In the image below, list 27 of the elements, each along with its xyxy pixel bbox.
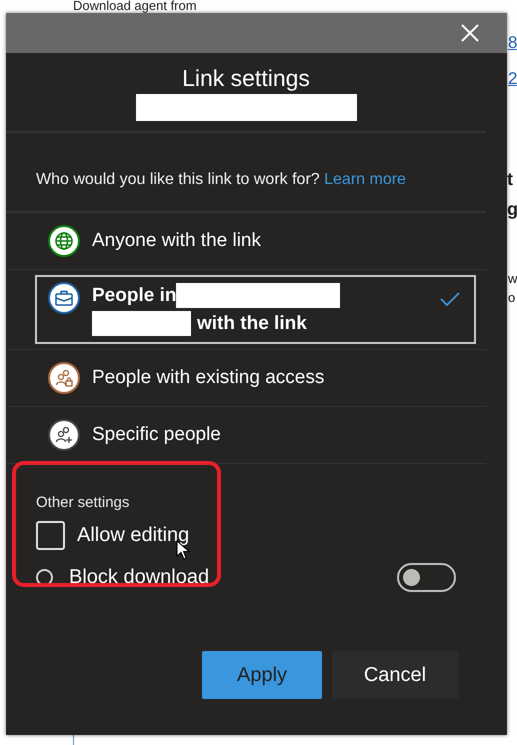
section-label: Other settings [36,494,130,511]
checkbox[interactable] [36,521,65,550]
heading-fragment: g [507,200,517,220]
link-fragment[interactable]: 8 [508,34,517,53]
page-heading: Download agent from [73,0,197,12]
option-label: People with existing access [92,367,324,389]
link-option[interactable]: People with existing access [48,362,486,394]
option-label: Specific people [92,424,221,446]
setting-label: Block download [69,566,210,589]
learn-more-link[interactable]: Learn more [324,171,406,188]
toggle-switch[interactable] [397,563,456,592]
link-option[interactable]: Specific people [48,419,486,451]
dialog-title: Link settings [182,65,310,92]
option-label: People in with the link [92,282,392,338]
question-text: Who would you like this link to work for? Learn more [6,133,486,213]
cancel-button[interactable]: Cancel [332,651,458,699]
option-label: Anyone with the link [92,230,261,252]
close-icon [461,24,479,42]
circle-icon [36,569,53,586]
link-fragment[interactable]: 2 [508,70,517,89]
apply-button[interactable]: Apply [202,651,322,699]
link-option[interactable]: Anyone with the link [48,225,486,257]
link-option[interactable]: People in with the link [35,275,476,344]
checkbox-label: Allow editing [77,524,190,547]
heading-fragment: t [507,170,513,190]
text-fragment: o [508,291,516,306]
checkmark-icon [440,291,460,307]
